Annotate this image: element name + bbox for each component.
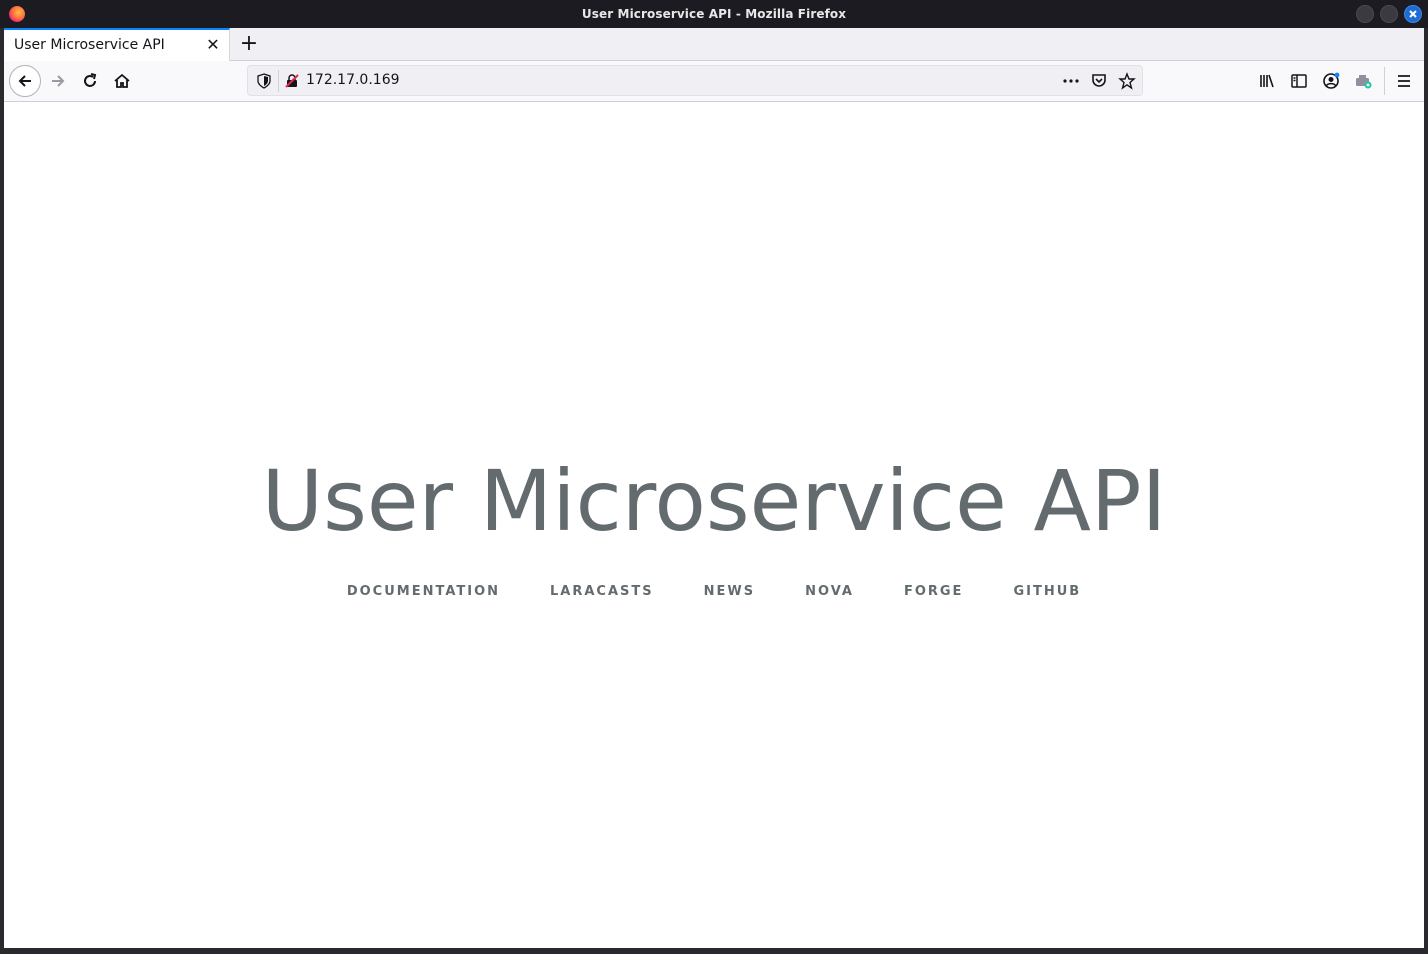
minimize-button[interactable] — [1356, 5, 1374, 23]
url-text[interactable]: 172.17.0.169 — [306, 72, 400, 88]
page-title: User Microservice API — [261, 452, 1167, 550]
navigation-toolbar: 172.17.0.169 — [4, 61, 1424, 102]
extension-button[interactable] — [1347, 65, 1379, 97]
tab-active[interactable]: User Microservice API ✕ — [4, 28, 230, 61]
hamburger-menu-icon — [1398, 75, 1410, 87]
window-titlebar: User Microservice API - Mozilla Firefox — [0, 0, 1428, 28]
reload-button[interactable] — [74, 65, 106, 97]
page-actions — [1060, 70, 1138, 92]
link-laracasts[interactable]: Laracasts — [525, 584, 679, 599]
more-actions-icon — [1063, 79, 1079, 83]
shield-icon[interactable] — [256, 73, 272, 89]
insecure-lock-icon[interactable] — [284, 73, 300, 89]
link-forge[interactable]: Forge — [879, 584, 989, 599]
link-news[interactable]: News — [679, 584, 780, 599]
tab-title: User Microservice API — [14, 37, 165, 53]
library-button[interactable] — [1251, 65, 1283, 97]
home-icon — [114, 73, 130, 88]
url-bar[interactable]: 172.17.0.169 — [247, 65, 1143, 96]
sidebar-icon — [1291, 74, 1307, 88]
page-content: User Microservice API Documentation Lara… — [4, 102, 1424, 948]
url-separator — [278, 70, 279, 92]
link-documentation[interactable]: Documentation — [322, 584, 525, 599]
new-tab-button[interactable]: + — [236, 31, 262, 57]
menu-button[interactable] — [1388, 65, 1420, 97]
more-actions-button[interactable] — [1060, 70, 1082, 92]
window-title: User Microservice API - Mozilla Firefox — [581, 7, 847, 21]
extension-icon — [1356, 75, 1372, 89]
account-button[interactable] — [1315, 65, 1347, 97]
maximize-button[interactable] — [1380, 5, 1398, 23]
library-icon — [1260, 74, 1274, 88]
tab-strip: User Microservice API ✕ + — [4, 28, 1424, 61]
home-button[interactable] — [106, 65, 138, 97]
pocket-button[interactable] — [1088, 70, 1110, 92]
back-arrow-icon — [18, 75, 31, 87]
sidebar-button[interactable] — [1283, 65, 1315, 97]
link-nova[interactable]: Nova — [780, 584, 879, 599]
window-controls — [1356, 5, 1422, 23]
pocket-icon — [1092, 74, 1106, 87]
close-icon — [1409, 10, 1417, 18]
account-icon — [1323, 72, 1340, 89]
reload-icon — [84, 73, 97, 87]
window-bottom-border — [0, 948, 1428, 954]
back-button[interactable] — [9, 65, 41, 97]
toolbar-separator — [1384, 67, 1385, 95]
bookmark-button[interactable] — [1116, 70, 1138, 92]
forward-arrow-icon — [52, 75, 65, 87]
browser-window: User Microservice API - Mozilla Firefox … — [0, 0, 1428, 954]
link-github[interactable]: GitHub — [988, 584, 1106, 599]
star-icon — [1118, 72, 1136, 90]
links-nav: Documentation Laracasts News Nova Forge … — [4, 584, 1424, 599]
close-window-button[interactable] — [1404, 5, 1422, 23]
firefox-logo-icon — [9, 6, 25, 22]
forward-button[interactable] — [42, 65, 74, 97]
tab-close-button[interactable]: ✕ — [205, 35, 221, 55]
